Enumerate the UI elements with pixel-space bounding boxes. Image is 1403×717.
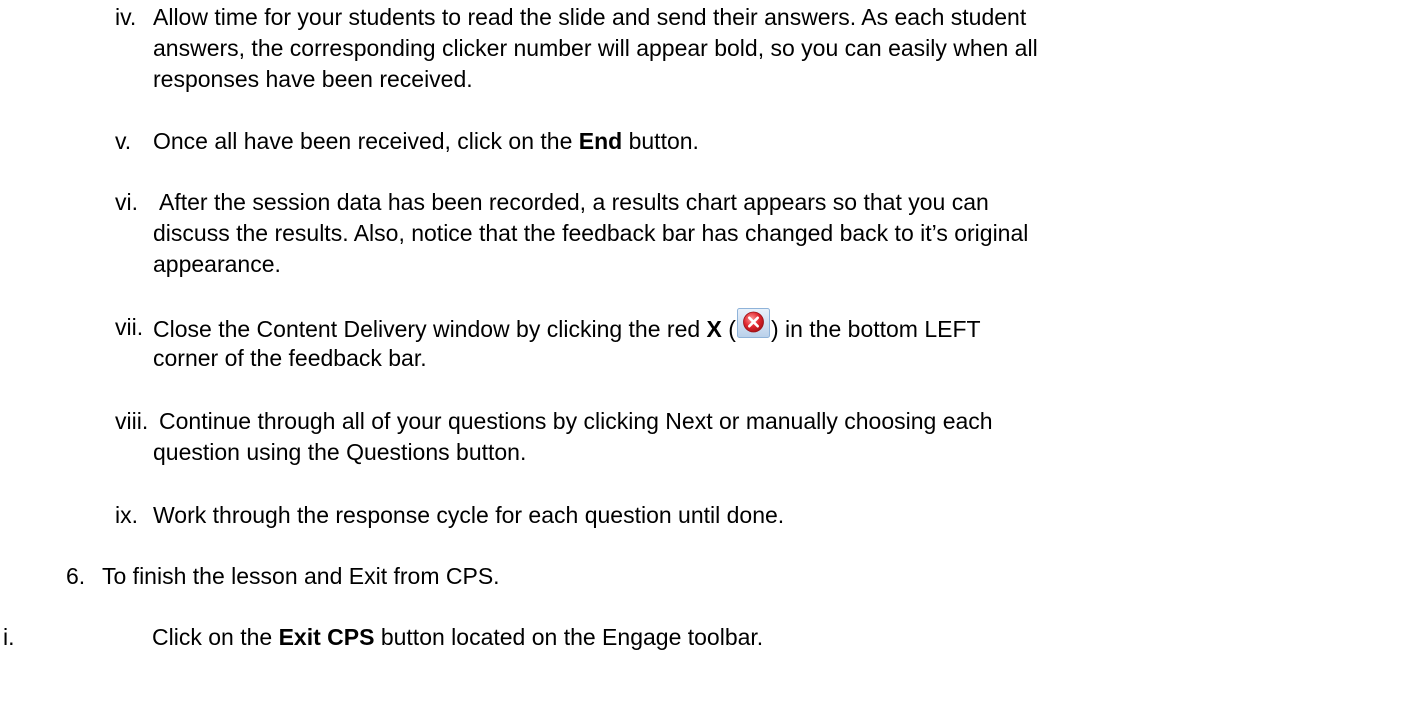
text-line: Allow time for your students to read the… <box>153 4 1027 30</box>
text-line: Close the Content Delivery window by cli… <box>153 308 981 345</box>
text-run: Click on the <box>152 624 273 650</box>
list-marker: v. <box>115 128 132 154</box>
list-marker: vii. <box>115 314 144 340</box>
text-line: Work through the response cycle for each… <box>153 502 785 528</box>
list-item-6: 6. To finish the lesson and Exit from CP… <box>66 561 1266 595</box>
list-item-i: i. Click on the Exit CPS button located … <box>3 622 1303 656</box>
text-line: appearance. <box>153 251 281 277</box>
list-item-v: v. Once all have been received, click on… <box>115 126 1315 160</box>
text-run: Close the Content Delivery window by cli… <box>153 316 701 342</box>
text-line: Once all have been received, click on th… <box>153 126 699 157</box>
text-line: responses have been received. <box>153 66 473 92</box>
text-line: Continue through all of your questions b… <box>159 408 993 434</box>
exit-cps-button-label: Exit CPS <box>278 624 375 650</box>
open-paren: ( <box>728 316 736 342</box>
list-item-ix: ix. Work through the response cycle for … <box>115 500 1315 534</box>
text-line: question using the Questions button. <box>153 439 527 465</box>
text-line: After the session data has been recorded… <box>159 189 989 215</box>
list-marker: i. <box>3 624 15 650</box>
text-run: button. <box>628 128 699 154</box>
text-run: ) in the bottom LEFT <box>770 316 981 342</box>
end-button-label: End <box>578 128 623 154</box>
red-x-label: X <box>706 316 722 342</box>
close-red-x-icon <box>736 308 770 340</box>
text-run: button located on the Engage toolbar. <box>380 624 764 650</box>
text-run: Once all have been received, click on th… <box>153 128 573 154</box>
text-line: Click on the Exit CPS button located on … <box>152 622 763 653</box>
list-marker: ix. <box>115 502 138 528</box>
text-line: discuss the results. Also, notice that t… <box>153 220 1029 246</box>
text-line: To finish the lesson and Exit from CPS. <box>102 563 500 589</box>
list-item-viii: viii. Continue through all of your quest… <box>115 406 1315 476</box>
text-line: corner of the feedback bar. <box>153 345 427 371</box>
list-marker: 6. <box>66 563 86 589</box>
list-marker: viii. <box>115 408 149 434</box>
list-item-vii: vii. Close the Content Delivery window b… <box>115 308 1315 382</box>
list-marker: vi. <box>115 189 138 215</box>
list-marker: iv. <box>115 4 137 30</box>
text-line: answers, the corresponding clicker numbe… <box>153 35 1038 61</box>
list-item-vi: vi. After the session data has been reco… <box>115 187 1315 287</box>
list-item-iv: iv. Allow time for your students to read… <box>115 2 1315 102</box>
